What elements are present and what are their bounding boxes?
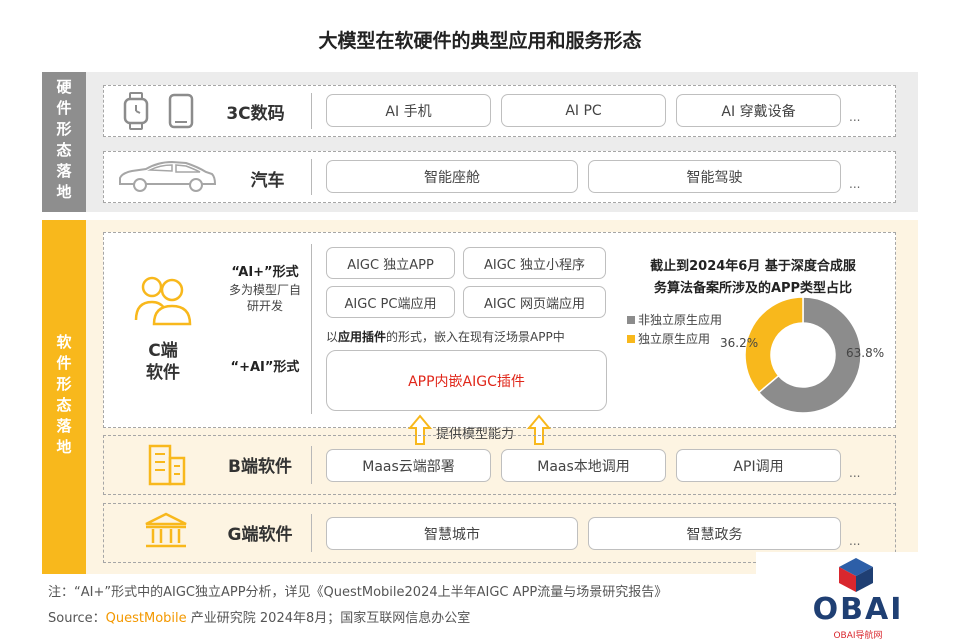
plus-ai-title: “+AI”形式 [230,360,300,375]
item-api: API调用 [676,449,841,482]
footer-note: 注：“AI+”形式中的AIGC独立APP分析，详见《QuestMobile202… [48,585,668,600]
building-icon [146,442,188,486]
source-suffix: 产业研究院 2024年8月；国家互联网信息办公室 [186,611,471,626]
aigc-mini-program: AIGC 独立小程序 [463,247,606,279]
aigc-web-app: AIGC 网页端应用 [463,286,606,318]
page-title: 大模型在软硬件的典型应用和服务形态 [318,30,642,52]
footer-source: Source：QuestMobile 产业研究院 2024年8月；国家互联网信息… [48,607,470,626]
plugin-note: 以应用插件的形式，嵌入在现有泛场景APP中 [326,328,616,345]
plugin-note-suffix: 的形式，嵌入在现有泛场景APP中 [386,330,565,344]
aigc-pc-app: AIGC PC端应用 [326,286,455,318]
source-prefix: Source： [48,611,106,626]
divider [311,446,312,484]
ai-plus-desc-2: 研开发 [246,299,283,313]
divider [311,244,312,414]
legend-swatch-yellow [627,334,635,343]
plugin-note-highlight: 应用插件 [338,330,387,344]
item-maas-cloud: Maas云端部署 [326,449,491,482]
legend-swatch-gray [627,315,635,324]
pie-value-label-1: 63.8% [846,346,885,360]
row-label-b-end: B端软件 [228,457,292,477]
divider [311,93,312,129]
logo-text: OBAI [812,592,904,627]
more-ellipsis: ... [849,534,861,548]
users-icon [134,272,192,326]
more-ellipsis: ... [849,110,861,124]
pie-value-label-2: 36.2% [720,336,759,350]
software-section-label: 软件形态落地 [42,220,86,574]
logo-subtext: OBAI导航网 [833,631,883,641]
row-label-g-end: G端软件 [227,525,293,545]
ai-plus-title: “AI+”形式 [231,265,299,280]
hardware-section-label: 硬件形态落地 [42,72,86,212]
divider [311,159,312,195]
legend-label-2: 独立原生应用 [638,332,711,346]
item-smart-driving: 智能驾驶 [588,160,841,193]
smartwatch-icon [122,92,150,130]
pie-title-1: 截止到2024年6月 基于深度合成服 [650,259,856,274]
obai-logo: OBAI OBAI导航网 [756,552,960,642]
item-smart-gov: 智慧政务 [588,517,841,550]
government-building-icon [143,511,189,551]
item-ai-phone: AI 手机 [326,94,491,127]
row-label-car: 汽车 [250,171,285,191]
app-plugin-box: APP内嵌AIGC插件 [326,350,607,411]
row-label-3c: 3C数码 [226,104,285,124]
item-ai-wearable: AI 穿戴设备 [676,94,841,127]
source-brand: QuestMobile [105,611,187,626]
more-ellipsis: ... [849,466,861,480]
item-maas-local: Maas本地调用 [501,449,666,482]
legend-item-2: 独立原生应用 [627,330,710,347]
ai-plus-desc-1: 多为模型厂自 [228,283,301,297]
legend-label-1: 非独立原生应用 [638,313,723,327]
plugin-note-prefix: 以 [326,330,339,344]
c-end-label-2: 软件 [146,363,180,383]
item-smart-city: 智慧城市 [326,517,578,550]
more-ellipsis: ... [849,177,861,191]
car-icon [116,160,218,194]
divider [311,514,312,552]
item-ai-pc: AI PC [501,94,666,127]
legend-item-1: 非独立原生应用 [627,311,722,328]
phone-icon [168,93,194,129]
cube-logo-icon [839,558,873,592]
item-smart-cockpit: 智能座舱 [326,160,578,193]
aigc-standalone-app: AIGC 独立APP [326,247,455,279]
